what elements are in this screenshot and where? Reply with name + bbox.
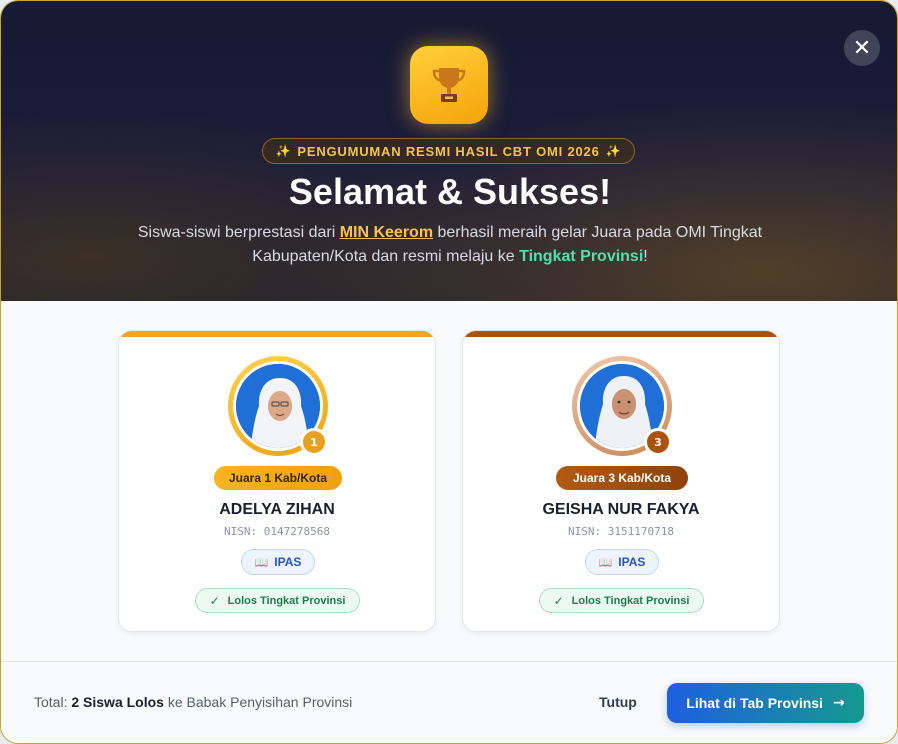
- bronze-medal-icon: 3: [644, 428, 672, 456]
- hero-banner: ✕ ✨ PENGUMUMAN RESMI HASIL CBT OMI 2026 …: [1, 1, 897, 301]
- subtitle-text: !: [643, 248, 648, 265]
- card-accent-bar: [119, 331, 435, 337]
- rank-badge: Juara 3 Kab/Kota: [556, 466, 688, 490]
- subtitle-text: Siswa-siswi berprestasi dari: [137, 224, 340, 241]
- check-icon: ✓: [553, 593, 564, 608]
- student-nisn: NISN: 0147278568: [224, 525, 330, 538]
- card-accent-bar: [463, 331, 779, 337]
- sparkle-icon: ✨: [275, 144, 292, 158]
- subject-label: IPAS: [274, 555, 302, 569]
- trophy-graphic: [432, 68, 466, 102]
- student-card: 3 Juara 3 Kab/Kota GEISHA NUR FAKYA NISN…: [462, 330, 780, 632]
- view-province-tab-label: Lihat di Tab Provinsi: [686, 695, 823, 711]
- book-icon: 📖: [254, 555, 269, 569]
- level-name: Tingkat Provinsi: [519, 248, 644, 265]
- gold-medal-icon: 1: [300, 428, 328, 456]
- sparkle-icon: ✨: [605, 144, 622, 158]
- view-province-tab-button[interactable]: Lihat di Tab Provinsi →: [667, 683, 864, 723]
- page-title: Selamat & Sukses!: [288, 171, 612, 212]
- status-badge: ✓ Lolos Tingkat Provinsi: [539, 588, 704, 613]
- status-badge: ✓ Lolos Tingkat Provinsi: [195, 588, 360, 613]
- close-icon[interactable]: ✕: [844, 30, 880, 66]
- status-label: Lolos Tingkat Provinsi: [571, 594, 690, 607]
- student-card: 1 Juara 1 Kab/Kota ADELYA ZIHAN NISN: 01…: [118, 330, 436, 632]
- rank-badge: Juara 1 Kab/Kota: [214, 466, 342, 490]
- hero-subtitle: Siswa-siswi berprestasi dari MIN Keerom …: [101, 221, 799, 269]
- subject-badge: 📖 IPAS: [241, 549, 315, 575]
- announcement-badge: ✨ PENGUMUMAN RESMI HASIL CBT OMI 2026 ✨: [262, 138, 635, 164]
- achievement-modal: ✕ ✨ PENGUMUMAN RESMI HASIL CBT OMI 2026 …: [0, 0, 898, 744]
- arrow-right-icon: →: [832, 695, 845, 711]
- total-summary: Total: 2 Siswa Lolos ke Babak Penyisihan…: [34, 694, 352, 710]
- total-count: 2 Siswa Lolos: [71, 694, 164, 710]
- subject-label: IPAS: [618, 555, 646, 569]
- total-prefix: Total:: [34, 694, 72, 710]
- close-button[interactable]: Tutup: [599, 694, 637, 710]
- modal-footer: Total: 2 Siswa Lolos ke Babak Penyisihan…: [1, 661, 897, 743]
- student-nisn: NISN: 3151170718: [568, 525, 674, 538]
- book-icon: 📖: [598, 555, 613, 569]
- status-label: Lolos Tingkat Provinsi: [227, 594, 346, 607]
- total-suffix: ke Babak Penyisihan Provinsi: [163, 694, 353, 710]
- student-name: ADELYA ZIHAN: [219, 501, 335, 518]
- trophy-icon: [410, 46, 488, 124]
- subject-badge: 📖 IPAS: [585, 549, 659, 575]
- school-name: MIN Keerom: [339, 224, 434, 241]
- announcement-badge-label: PENGUMUMAN RESMI HASIL CBT OMI 2026: [297, 143, 600, 159]
- student-name: GEISHA NUR FAKYA: [542, 501, 700, 518]
- check-icon: ✓: [209, 593, 220, 608]
